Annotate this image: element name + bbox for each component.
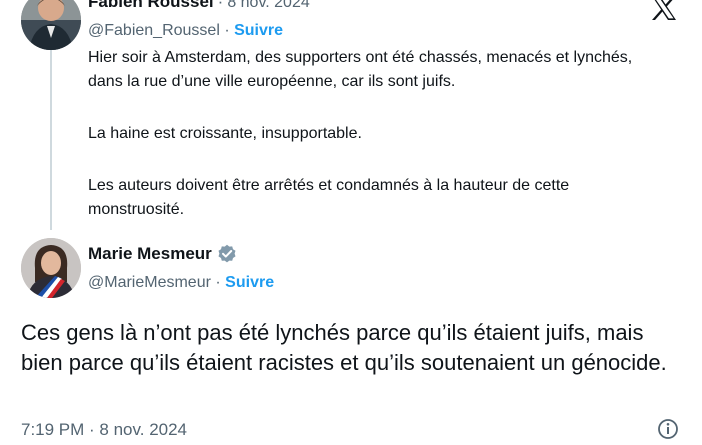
- quoted-tweet-paragraph-2: La haine est croissante, insupportable.: [88, 125, 362, 142]
- verified-badge-icon: [217, 244, 237, 264]
- info-icon[interactable]: [657, 418, 679, 440]
- main-author-handle[interactable]: @MarieMesmeur: [88, 274, 211, 291]
- main-author-name[interactable]: Marie Mesmeur: [88, 244, 212, 264]
- fabien-roussel-avatar[interactable]: [21, 0, 81, 50]
- marie-mesmeur-avatar[interactable]: [21, 238, 81, 298]
- x-logo-icon[interactable]: [651, 0, 677, 20]
- meta-separator: ·: [215, 274, 221, 291]
- quoted-author-handle[interactable]: @Fabien_Roussel: [88, 22, 220, 39]
- quoted-tweet-paragraph-1: Hier soir à Amsterdam, des supporters on…: [88, 49, 633, 90]
- main-tweet-text: Ces gens là n’ont pas été lynchés parce …: [21, 320, 667, 375]
- follow-button-marie[interactable]: Suivre: [225, 274, 274, 291]
- quoted-tweet-paragraph-3: Les auteurs doivent être arrêtés et cond…: [88, 177, 570, 218]
- meta-separator: ·: [217, 0, 224, 11]
- thread-line: [50, 50, 52, 230]
- quoted-author-name[interactable]: Fabien Roussel: [88, 0, 214, 11]
- meta-separator: ·: [224, 22, 230, 39]
- tweet-timestamp[interactable]: 7:19 PM · 8 nov. 2024: [21, 420, 187, 440]
- follow-button-fabien[interactable]: Suivre: [234, 22, 283, 39]
- quoted-tweet-date[interactable]: 8 nov. 2024: [227, 0, 309, 11]
